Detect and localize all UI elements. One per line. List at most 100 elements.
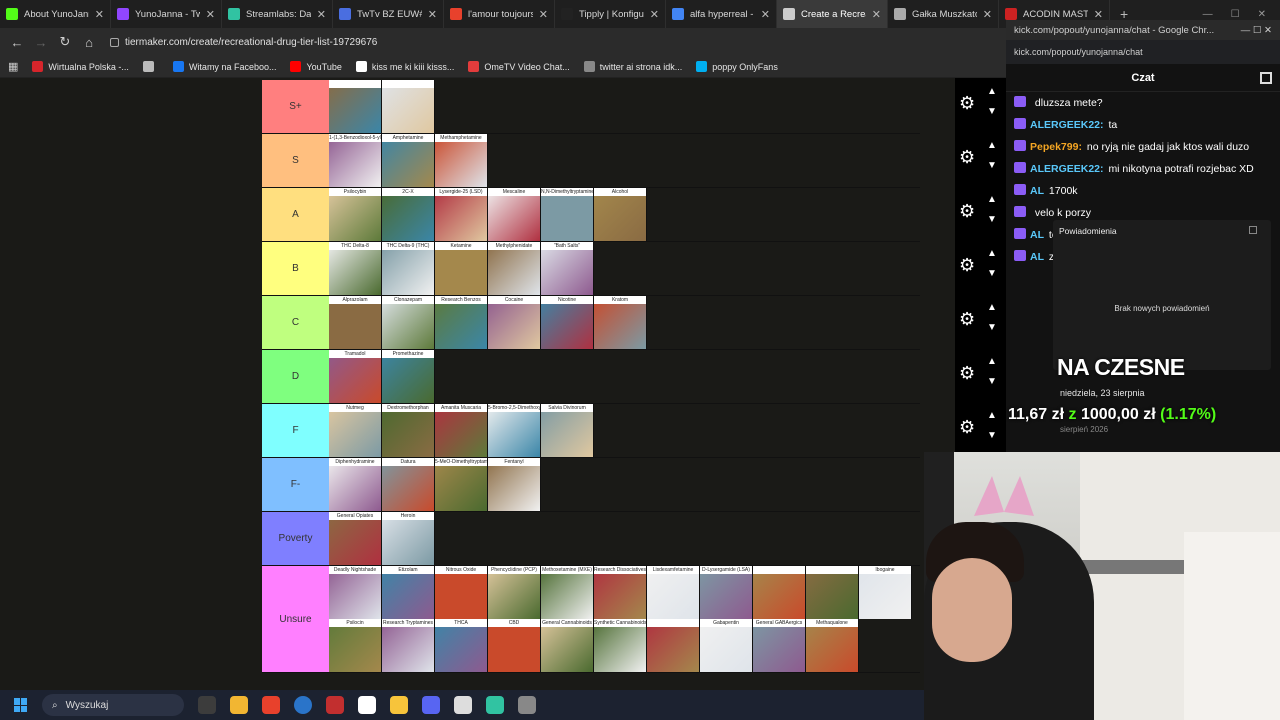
tier-item[interactable] <box>753 566 806 619</box>
bookmark-1[interactable] <box>142 61 159 72</box>
taskbar-app-icon[interactable] <box>358 696 376 714</box>
tier-label[interactable]: B <box>262 242 329 295</box>
tier-item[interactable]: Synthetic Cannabinoids <box>594 619 647 672</box>
tier-label[interactable]: F- <box>262 458 329 511</box>
back-icon[interactable]: ← <box>10 35 24 50</box>
gear-icon[interactable]: ⚙ <box>959 310 977 328</box>
tier-item[interactable]: General Cannabinoids <box>541 619 594 672</box>
tier-item[interactable]: Methamphetamine <box>435 134 488 187</box>
windows-start-icon[interactable] <box>14 698 28 712</box>
tab-1[interactable]: YunoJanna - Twitch ✕ <box>111 0 222 28</box>
apps-icon[interactable]: ▦ <box>8 60 18 73</box>
tier-item[interactable]: Alcohol <box>594 188 647 241</box>
bookmark-5[interactable]: OmeTV Video Chat... <box>468 61 570 72</box>
tier-label[interactable]: S <box>262 134 329 187</box>
taskbar-app-icon[interactable] <box>454 696 472 714</box>
chevron-up-icon[interactable]: ▲ <box>987 194 997 205</box>
tier-item[interactable]: Cocaine <box>488 296 541 349</box>
tier-item[interactable]: Tramadol <box>329 350 382 403</box>
tab-2[interactable]: Streamlabs: Darm ✕ <box>222 0 333 28</box>
tier-item[interactable]: Clonazepam <box>382 296 435 349</box>
minimize-icon[interactable]: — <box>1203 9 1213 20</box>
tier-item[interactable]: Psilocin <box>329 619 382 672</box>
tier-item[interactable]: Diphenhydramine <box>329 458 382 511</box>
tier-item[interactable]: Heroin <box>382 512 435 565</box>
tab-close-icon[interactable]: ✕ <box>1094 8 1103 21</box>
chevron-up-icon[interactable]: ▲ <box>987 302 997 313</box>
gear-icon[interactable]: ⚙ <box>959 364 977 382</box>
tab-6[interactable]: alfa hyperreal - Sz ✕ <box>666 0 777 28</box>
tier-item[interactable]: Phencyclidine (PCP) <box>488 566 541 619</box>
close-icon[interactable]: ✕ <box>1258 9 1266 20</box>
tier-item[interactable]: THC Delta-9 (THC) <box>382 242 435 295</box>
taskbar-search[interactable]: ⌕ Wyszukaj <box>42 694 184 716</box>
bookmark-7[interactable]: poppy OnlyFans <box>696 61 778 72</box>
taskbar-app-icon[interactable] <box>422 696 440 714</box>
bookmark-2[interactable]: Witamy na Faceboo... <box>172 61 276 72</box>
tier-item[interactable] <box>806 566 859 619</box>
tier-item[interactable]: Amphetamine <box>382 134 435 187</box>
tier-label[interactable]: S+ <box>262 80 329 133</box>
tier-item[interactable]: D-Lysergamide (LSA) <box>700 566 753 619</box>
tier-item[interactable]: Nitrous Oxide <box>435 566 488 619</box>
tier-item[interactable]: Gabapentin <box>700 619 753 672</box>
forward-icon[interactable]: → <box>34 35 48 50</box>
taskbar-app-icon[interactable] <box>294 696 312 714</box>
bookmark-3[interactable]: YouTube <box>290 61 342 72</box>
home-icon[interactable]: ⌂ <box>82 35 96 50</box>
tier-item[interactable]: Nicotine <box>541 296 594 349</box>
tab-8[interactable]: Gałka Muszkatoło ✕ <box>888 0 999 28</box>
tier-item[interactable]: Deadly Nightshade <box>329 566 382 619</box>
tier-item[interactable]: 1-(1,3-Benzodioxol-5-yl)-... <box>329 134 382 187</box>
maximize-icon[interactable]: ☐ <box>1231 9 1240 20</box>
tier-item[interactable]: Mescaline <box>488 188 541 241</box>
tab-close-icon[interactable]: ✕ <box>872 8 881 21</box>
taskbar-app-icon[interactable] <box>518 696 536 714</box>
tier-label[interactable]: Unsure <box>262 566 329 672</box>
chat-username[interactable]: AL <box>1030 229 1044 241</box>
tier-item[interactable]: "Bath Salts" <box>541 242 594 295</box>
tier-item[interactable]: Research Tryptamines <box>382 619 435 672</box>
tier-item[interactable]: Promethazine <box>382 350 435 403</box>
tier-label[interactable]: A <box>262 188 329 241</box>
gear-icon[interactable]: ⚙ <box>959 256 977 274</box>
tier-item[interactable]: Datura <box>382 458 435 511</box>
tab-close-icon[interactable]: ✕ <box>206 8 215 21</box>
bookmark-4[interactable]: kiss me ki kiii kisss... <box>355 61 454 72</box>
chevron-up-icon[interactable]: ▲ <box>987 410 997 421</box>
tab-close-icon[interactable]: ✕ <box>650 8 659 21</box>
tab-close-icon[interactable]: ✕ <box>428 8 437 21</box>
tab-4[interactable]: l'amour toujours ✕ <box>444 0 555 28</box>
tier-item[interactable]: THC Delta-8 <box>329 242 382 295</box>
chevron-down-icon[interactable]: ▼ <box>987 214 997 225</box>
taskbar-app-icon[interactable] <box>326 696 344 714</box>
open-external-icon[interactable] <box>1249 226 1257 234</box>
tier-item[interactable] <box>382 80 435 133</box>
reload-icon[interactable]: ↻ <box>58 34 72 50</box>
tier-item[interactable]: 2C-X <box>382 188 435 241</box>
chat-username[interactable]: ALERGEEK22: <box>1030 163 1104 175</box>
gear-icon[interactable]: ⚙ <box>959 202 977 220</box>
chevron-down-icon[interactable]: ▼ <box>987 160 997 171</box>
tab-7[interactable]: Create a Recreatio ✕ <box>777 0 888 28</box>
chat-username[interactable]: AL <box>1030 185 1044 197</box>
tier-item[interactable]: 5-Bromo-2,5-Dimethoxy... <box>488 404 541 457</box>
tier-item[interactable]: Research Benzos <box>435 296 488 349</box>
tier-item[interactable]: Methylphenidate <box>488 242 541 295</box>
tier-item[interactable]: Methaqualone <box>806 619 859 672</box>
tier-item[interactable]: Lysergide-25 (LSD) <box>435 188 488 241</box>
tier-item[interactable]: Alprazolam <box>329 296 382 349</box>
bookmark-6[interactable]: twitter ai strona idk... <box>583 61 682 72</box>
gear-icon[interactable]: ⚙ <box>959 418 977 436</box>
tier-item[interactable]: CBD <box>488 619 541 672</box>
site-info-icon[interactable] <box>110 37 119 47</box>
bookmark-0[interactable]: Wirtualna Polska -... <box>32 61 129 72</box>
chevron-up-icon[interactable]: ▲ <box>987 140 997 151</box>
chat-username[interactable]: AL <box>1030 251 1044 263</box>
tier-item[interactable]: Fentanyl <box>488 458 541 511</box>
chat-username[interactable]: ALERGEEK22: <box>1030 119 1104 131</box>
tab-close-icon[interactable]: ✕ <box>539 8 548 21</box>
gear-icon[interactable]: ⚙ <box>959 94 977 112</box>
tab-close-icon[interactable]: ✕ <box>983 8 992 21</box>
tier-item[interactable]: Methoxetamine (MXE) <box>541 566 594 619</box>
